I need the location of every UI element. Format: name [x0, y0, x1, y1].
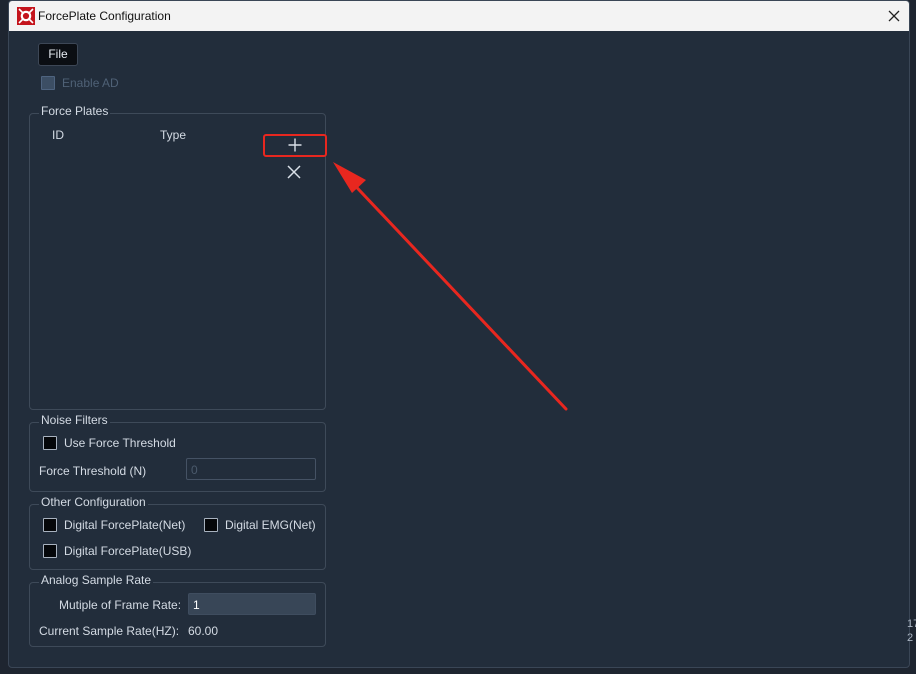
digital-forceplate-net-label: Digital ForcePlate(Net): [64, 518, 186, 532]
analog-sample-rate-title: Analog Sample Rate: [39, 573, 154, 587]
plus-icon: [288, 138, 302, 152]
file-menu-button[interactable]: File: [38, 43, 78, 66]
current-sample-rate-label: Current Sample Rate(HZ):: [39, 624, 180, 638]
force-plates-title: Force Plates: [39, 104, 111, 118]
multiple-of-frame-rate-input[interactable]: 1: [188, 593, 316, 615]
qualisys-logo-icon: [17, 7, 35, 25]
other-configuration-title: Other Configuration: [39, 495, 148, 509]
close-icon: [888, 10, 900, 22]
title-bar: ForcePlate Configuration: [9, 1, 909, 31]
force-plates-group: Force Plates ID Type: [29, 104, 326, 410]
digital-forceplate-usb-label: Digital ForcePlate(USB): [64, 544, 192, 558]
force-threshold-label: Force Threshold (N): [39, 464, 147, 478]
digital-forceplate-usb-checkbox[interactable]: [43, 544, 57, 558]
forceplate-config-window: ForcePlate Configuration File Enable AD …: [8, 0, 910, 668]
window-title: ForcePlate Configuration: [38, 9, 171, 23]
column-header-id[interactable]: ID: [52, 128, 64, 142]
edge-text-line: 17: [907, 618, 916, 630]
column-header-type[interactable]: Type: [160, 128, 186, 142]
enable-ad-checkbox[interactable]: [41, 76, 55, 90]
use-force-threshold-label: Use Force Threshold: [64, 436, 176, 450]
force-plates-list[interactable]: [36, 148, 256, 400]
force-threshold-input[interactable]: 0: [186, 458, 316, 480]
other-configuration-group: Other Configuration Digital ForcePlate(N…: [29, 495, 326, 570]
noise-filters-group: Noise Filters Use Force Threshold Force …: [29, 413, 326, 492]
edge-text-line: 2: [907, 632, 914, 644]
noise-filters-title: Noise Filters: [39, 413, 110, 427]
digital-emg-net-label: Digital EMG(Net): [225, 518, 316, 532]
x-icon: [287, 165, 301, 179]
analog-sample-rate-group: Analog Sample Rate Mutiple of Frame Rate…: [29, 573, 326, 647]
edge-text: 17 2: [907, 617, 916, 645]
use-force-threshold-checkbox[interactable]: [43, 436, 57, 450]
digital-forceplate-net-checkbox[interactable]: [43, 518, 57, 532]
add-force-plate-button[interactable]: [263, 134, 327, 157]
remove-force-plate-button[interactable]: [286, 164, 302, 180]
close-button[interactable]: [883, 5, 905, 27]
enable-ad-label: Enable AD: [62, 76, 119, 90]
current-sample-rate-value: 60.00: [188, 624, 219, 638]
multiple-of-frame-rate-label: Mutiple of Frame Rate:: [59, 598, 182, 612]
digital-emg-net-checkbox[interactable]: [204, 518, 218, 532]
